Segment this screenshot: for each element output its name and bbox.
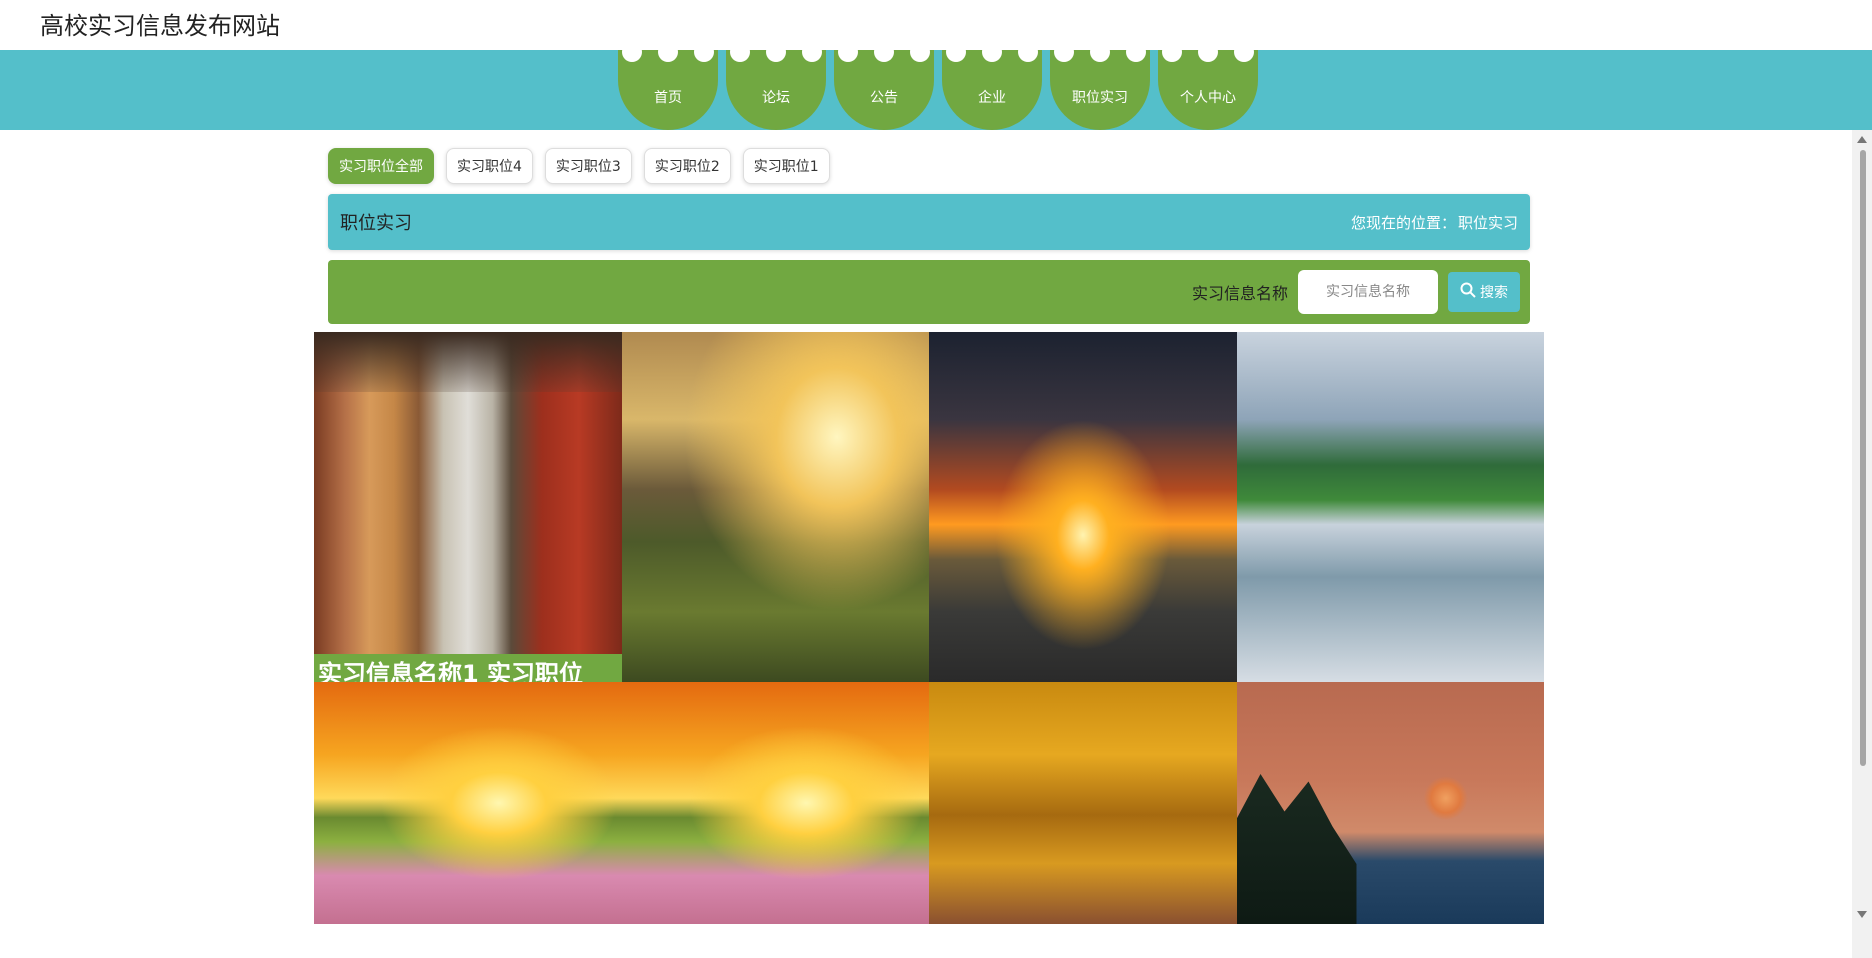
nav-item-label: 论坛 [762,90,790,106]
internship-grid: 实习信息名称1 实习职位 [314,332,1544,924]
card-caption: 实习信息名称1 实习职位 [314,654,622,682]
internship-card[interactable]: 实习信息名称1 实习职位 [314,332,622,682]
tab-position-2[interactable]: 实习职位2 [643,148,731,184]
nav-item-forum[interactable]: 论坛 [726,42,826,130]
internship-card[interactable] [1236,332,1544,682]
category-tabs: 实习职位全部 实习职位4 实习职位3 实习职位2 实习职位1 [328,148,1530,184]
internship-card[interactable] [621,332,929,682]
page-title: 职位实习 [340,213,412,234]
breadcrumb: 职位实习 您现在的位置： 职位实习 [328,194,1530,250]
search-button-label: 搜索 [1480,285,1508,301]
scroll-thumb[interactable] [1860,150,1866,766]
scrollbar[interactable] [1852,130,1872,958]
tab-position-4[interactable]: 实习职位4 [446,148,533,184]
nav-item-user-center[interactable]: 个人中心 [1158,42,1258,130]
nav-item-label: 职位实习 [1072,90,1128,106]
nav-item-company[interactable]: 企业 [942,42,1042,130]
tab-all[interactable]: 实习职位全部 [328,148,434,184]
main-content: 实习职位全部 实习职位4 实习职位3 实习职位2 实习职位1 职位实习 您现在的… [328,148,1530,324]
nav-item-internship[interactable]: 职位实习 [1050,42,1150,130]
search-input[interactable] [1298,270,1438,314]
nav-item-notice[interactable]: 公告 [834,42,934,130]
internship-card[interactable] [929,682,1237,924]
scroll-up-arrow-icon[interactable] [1857,136,1867,143]
location-indicator: 您现在的位置： 职位实习 [1351,212,1518,233]
nav-item-label: 企业 [978,90,1006,106]
internship-card[interactable] [314,682,622,924]
internship-card[interactable] [1236,682,1544,924]
search-button[interactable]: 搜索 [1448,272,1520,312]
nav-item-label: 公告 [870,90,898,106]
location-link[interactable]: 职位实习 [1458,212,1518,233]
main-nav: 首页 论坛 公告 企业 职位实习 个人中心 [618,42,1258,130]
top-bar: 高校实习信息发布网站 [0,0,1872,50]
search-bar: 实习信息名称 搜索 [328,260,1530,324]
location-prefix: 您现在的位置： [1350,213,1456,232]
search-label: 实习信息名称 [1191,284,1288,303]
nav-item-label: 个人中心 [1180,90,1236,106]
internship-card[interactable] [621,682,929,924]
site-title: 高校实习信息发布网站 [40,12,280,40]
scroll-down-arrow-icon[interactable] [1857,911,1867,918]
internship-card[interactable] [929,332,1237,682]
nav-item-home[interactable]: 首页 [618,42,718,130]
tab-position-3[interactable]: 实习职位3 [544,148,632,184]
nav-item-label: 首页 [654,90,682,106]
search-icon [1460,282,1476,302]
tab-position-1[interactable]: 实习职位1 [742,148,830,184]
